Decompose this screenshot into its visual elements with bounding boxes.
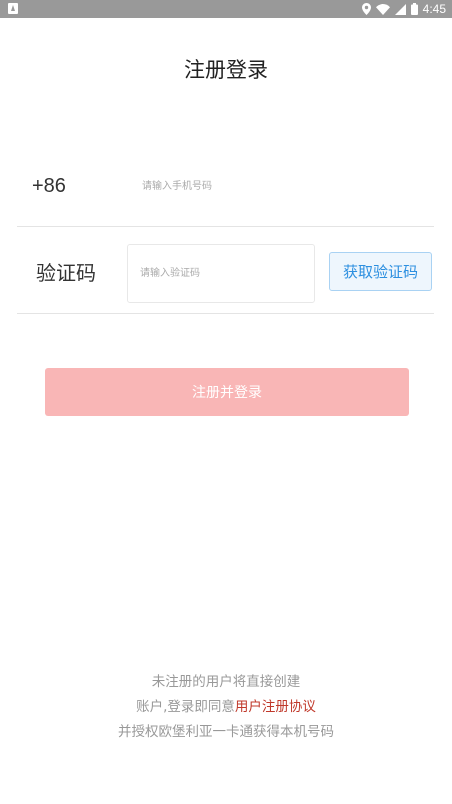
footer-notice: 未注册的用户将直接创建 账户,登录即同意用户注册协议 并授权欧堡利亚一卡通获得本…: [0, 670, 452, 745]
code-row: 验证码 获取验证码: [17, 227, 434, 314]
user-agreement-link[interactable]: 用户注册协议: [235, 699, 316, 715]
cell-signal-icon: [394, 3, 406, 15]
wifi-icon: [375, 3, 390, 15]
footer-line-2: 账户,登录即同意用户注册协议: [0, 695, 452, 720]
phone-input[interactable]: [142, 172, 422, 200]
code-label: 验证码: [36, 261, 96, 285]
battery-icon: [410, 3, 418, 15]
page-title: 注册登录: [184, 58, 268, 82]
phone-row: +86: [17, 150, 434, 227]
footer-line-2-text: 账户,登录即同意: [136, 699, 235, 715]
location-icon: [361, 3, 371, 15]
status-bar: 4:45: [0, 0, 452, 18]
get-code-button[interactable]: 获取验证码: [329, 252, 432, 291]
footer-line-1: 未注册的用户将直接创建: [151, 674, 301, 690]
code-input[interactable]: [127, 244, 315, 303]
notification-a-icon: [8, 3, 18, 14]
footer-line-3: 并授权欧堡利亚一卡通获得本机号码: [118, 724, 334, 740]
status-time: 4:45: [422, 2, 446, 16]
country-code: +86: [32, 175, 66, 197]
status-icons: 4:45: [361, 0, 446, 18]
register-login-button[interactable]: 注册并登录: [45, 368, 409, 416]
